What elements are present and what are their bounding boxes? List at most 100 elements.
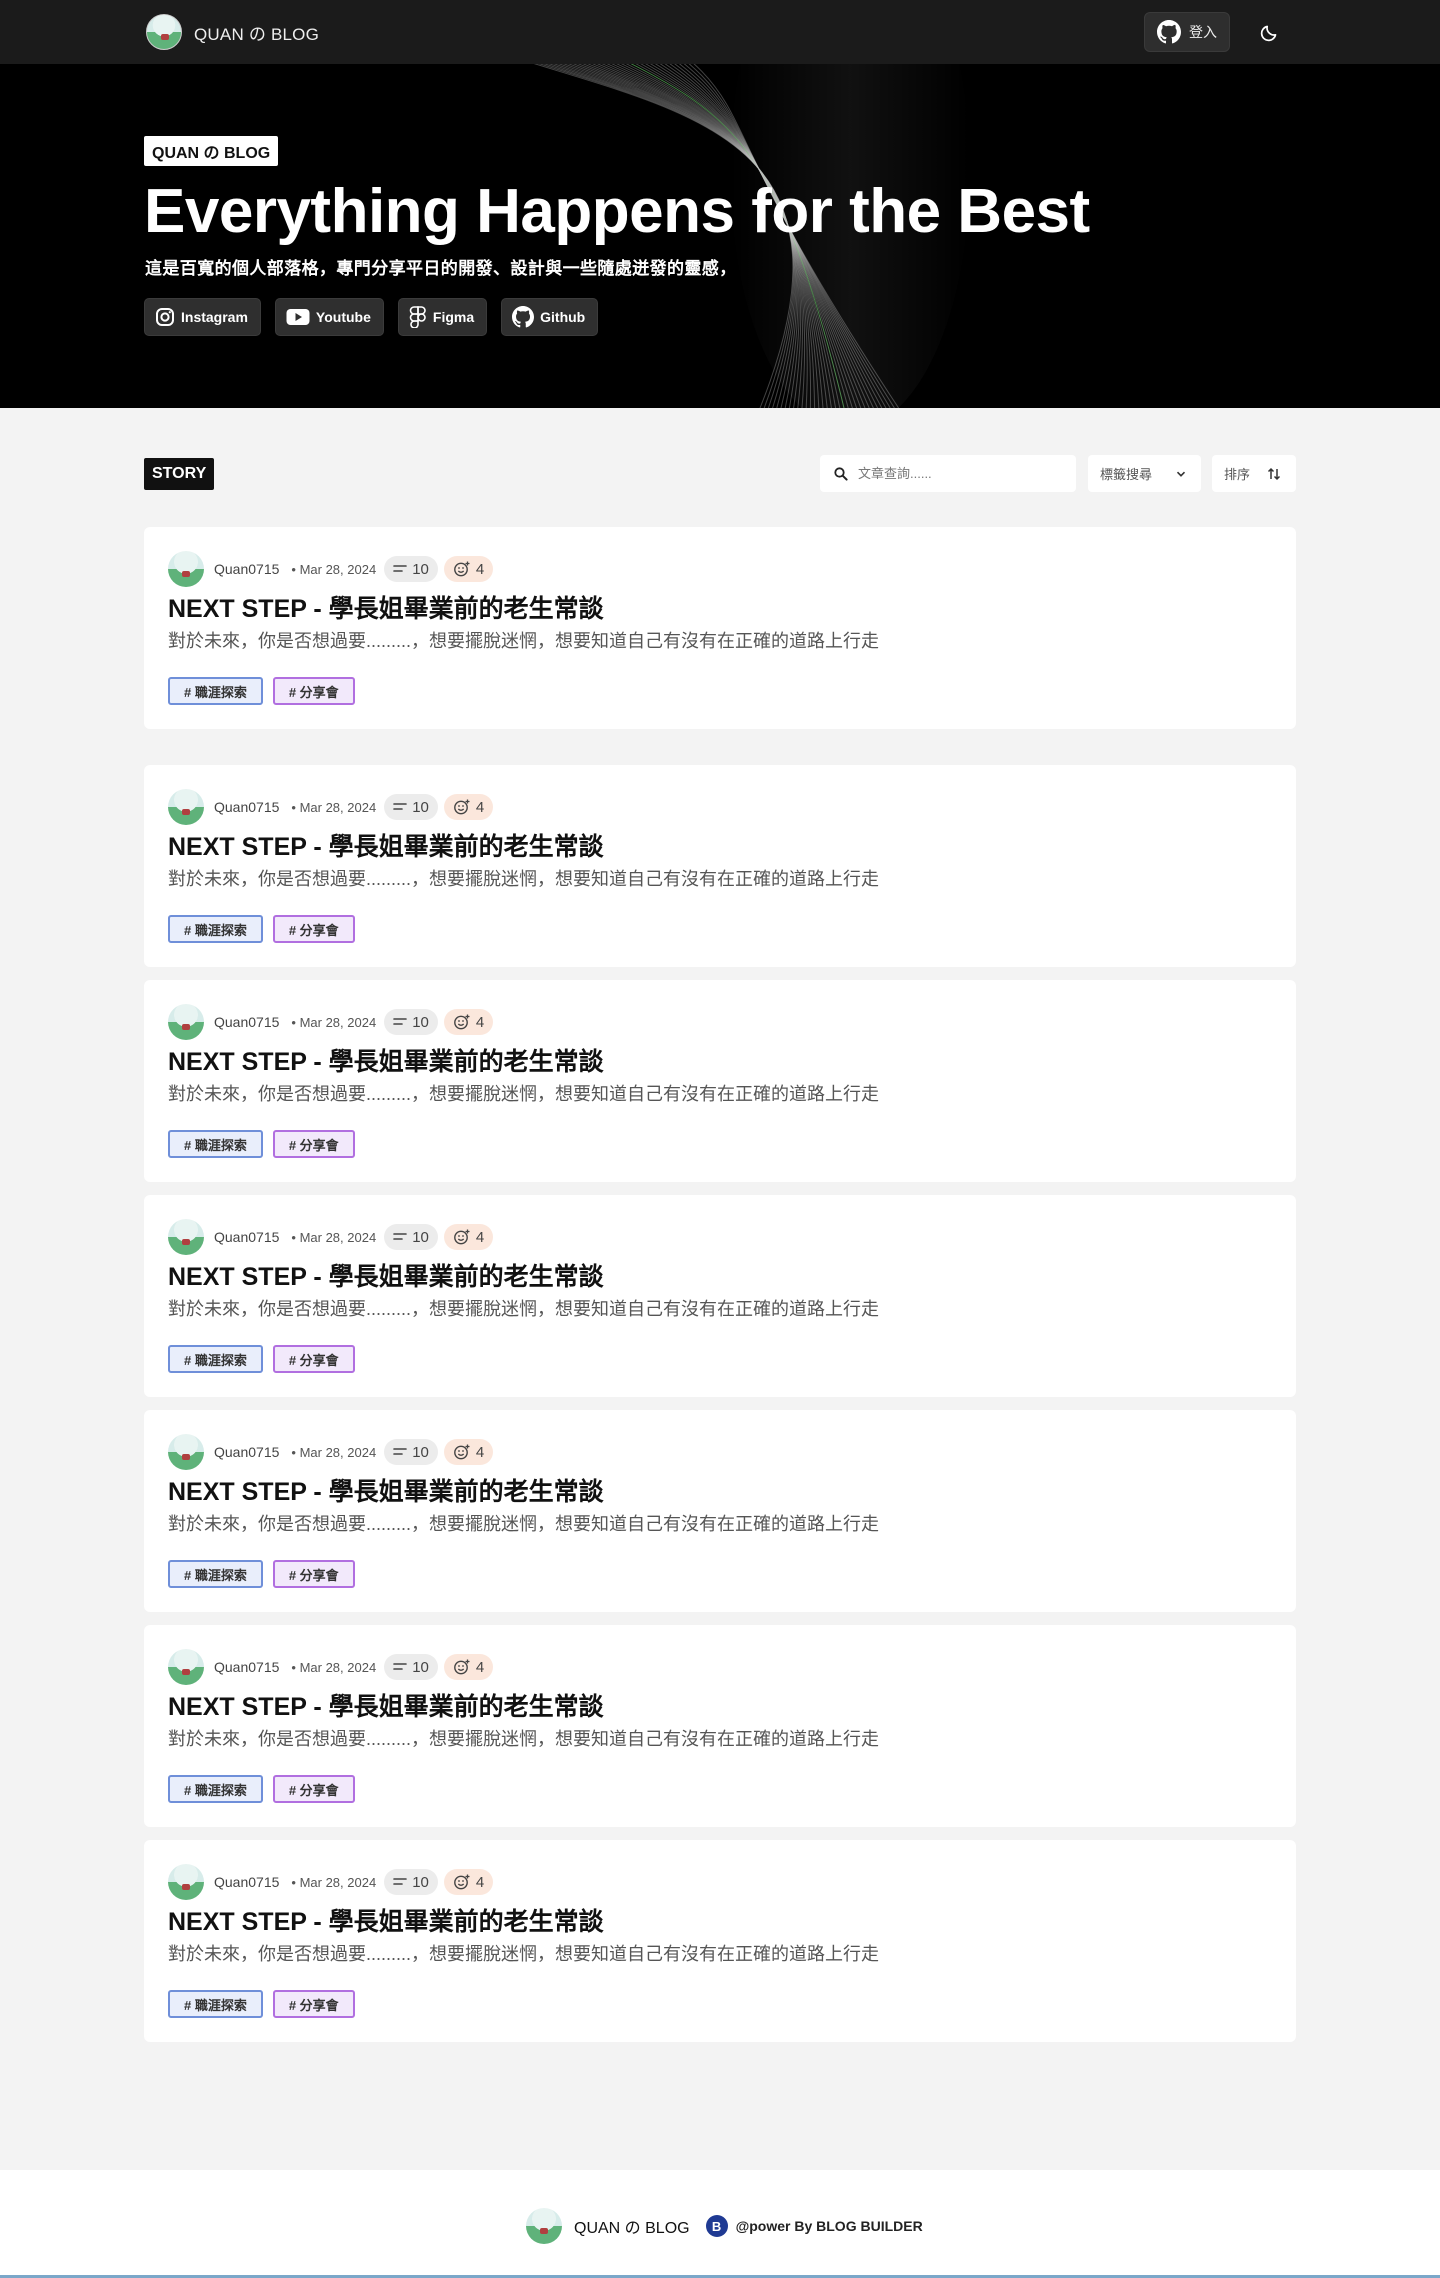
add-reaction-icon <box>453 1444 470 1460</box>
powered-by-link[interactable]: @power By BLOG BUILDER <box>736 2218 923 2234</box>
social-links: Instagram Youtube Figma Github <box>144 298 599 336</box>
comment-count-badge: 10 <box>384 1224 438 1250</box>
tag-chip-sharing[interactable]: # 分享會 <box>272 1130 355 1158</box>
theme-toggle-button[interactable] <box>1256 18 1284 46</box>
footer-avatar <box>526 2208 562 2244</box>
github-login-button[interactable]: 登入 <box>1144 12 1230 52</box>
tag-chip-career[interactable]: # 職涯探索 <box>168 915 263 943</box>
post-title[interactable]: NEXT STEP - 學長姐畢業前的老生常談 <box>168 1042 604 1078</box>
reaction-count-badge[interactable]: 4 <box>443 1869 494 1895</box>
reaction-count-badge[interactable]: 4 <box>443 1009 494 1035</box>
author-avatar <box>168 1434 204 1470</box>
tag-chip-sharing[interactable]: # 分享會 <box>272 677 355 705</box>
post-author[interactable]: Quan0715 <box>214 1874 279 1890</box>
social-link-github[interactable]: Github <box>501 298 599 336</box>
social-link-instagram[interactable]: Instagram <box>144 298 261 336</box>
post-author[interactable]: Quan0715 <box>214 1444 279 1460</box>
comment-lines-icon <box>393 1663 407 1670</box>
post-tags: # 職涯探索 # 分享會 <box>168 677 355 705</box>
post-author[interactable]: Quan0715 <box>214 799 279 815</box>
reaction-count-badge[interactable]: 4 <box>443 1439 494 1465</box>
comment-lines-icon <box>393 1448 407 1455</box>
post-excerpt: 對於未來，你是否想過要.........，想要擺脫迷惘，想要知道自己有沒有在正確… <box>168 1944 880 1964</box>
post-card[interactable]: Quan0715 • Mar 28, 2024 10 4 NEXT STEP -… <box>144 527 1296 729</box>
add-reaction-icon <box>453 1014 470 1030</box>
post-date: • Mar 28, 2024 <box>291 1659 377 1675</box>
post-excerpt: 對於未來，你是否想過要.........，想要擺脫迷惘，想要知道自己有沒有在正確… <box>168 1514 880 1534</box>
comment-count: 10 <box>412 798 429 816</box>
comment-count-badge: 10 <box>384 794 438 820</box>
social-link-figma[interactable]: Figma <box>397 298 488 336</box>
tag-chip-career[interactable]: # 職涯探索 <box>168 1775 263 1803</box>
hero-banner: QUAN の BLOG Everything Happens for the B… <box>0 64 1440 408</box>
post-card[interactable]: Quan0715 • Mar 28, 2024 10 4 NEXT STEP -… <box>144 1195 1296 1397</box>
tag-chip-career[interactable]: # 職涯探索 <box>168 1130 263 1158</box>
tag-chip-career[interactable]: # 職涯探索 <box>168 1345 263 1373</box>
sort-button[interactable]: 排序 <box>1212 455 1296 492</box>
post-excerpt: 對於未來，你是否想過要.........，想要擺脫迷惘，想要知道自己有沒有在正確… <box>168 631 880 651</box>
tag-chip-career[interactable]: # 職涯探索 <box>168 1990 263 2018</box>
post-author[interactable]: Quan0715 <box>214 1229 279 1245</box>
post-title[interactable]: NEXT STEP - 學長姐畢業前的老生常談 <box>168 1472 604 1508</box>
tag-chip-sharing[interactable]: # 分享會 <box>272 1345 355 1373</box>
tag-chip-career[interactable]: # 職涯探索 <box>168 1560 263 1588</box>
comment-count: 10 <box>412 1228 429 1246</box>
post-author[interactable]: Quan0715 <box>214 1014 279 1030</box>
post-author[interactable]: Quan0715 <box>214 1659 279 1675</box>
post-title[interactable]: NEXT STEP - 學長姐畢業前的老生常談 <box>168 589 604 625</box>
tag-chip-career[interactable]: # 職涯探索 <box>168 677 263 705</box>
social-label: Instagram <box>181 309 248 325</box>
reaction-count-badge[interactable]: 4 <box>443 556 494 582</box>
reaction-count-badge[interactable]: 4 <box>443 794 494 820</box>
post-meta: Quan0715 • Mar 28, 2024 10 4 <box>168 789 494 825</box>
comment-lines-icon <box>393 803 407 810</box>
add-reaction-icon <box>453 1874 470 1890</box>
post-card[interactable]: Quan0715 • Mar 28, 2024 10 4 NEXT STEP -… <box>144 1840 1296 2042</box>
tag-chip-sharing[interactable]: # 分享會 <box>272 1560 355 1588</box>
instagram-icon <box>156 308 174 326</box>
comment-lines-icon <box>393 565 407 572</box>
tag-filter-dropdown[interactable]: 標籤搜尋 <box>1088 455 1201 492</box>
post-title[interactable]: NEXT STEP - 學長姐畢業前的老生常談 <box>168 827 604 863</box>
reaction-count-badge[interactable]: 4 <box>443 1654 494 1680</box>
tag-chip-sharing[interactable]: # 分享會 <box>272 1990 355 2018</box>
post-title[interactable]: NEXT STEP - 學長姐畢業前的老生常談 <box>168 1257 604 1293</box>
comment-count: 10 <box>412 1873 429 1891</box>
post-meta: Quan0715 • Mar 28, 2024 10 4 <box>168 1434 494 1470</box>
post-date: • Mar 28, 2024 <box>291 1229 377 1245</box>
post-date: • Mar 28, 2024 <box>291 799 377 815</box>
author-avatar <box>168 1004 204 1040</box>
comment-count: 10 <box>412 560 429 578</box>
post-title[interactable]: NEXT STEP - 學長姐畢業前的老生常談 <box>168 1902 604 1938</box>
social-link-youtube[interactable]: Youtube <box>274 298 384 336</box>
login-label: 登入 <box>1189 24 1217 40</box>
comment-count: 10 <box>412 1658 429 1676</box>
comment-count-badge: 10 <box>384 1439 438 1465</box>
comment-count: 10 <box>412 1013 429 1031</box>
tag-chip-sharing[interactable]: # 分享會 <box>272 1775 355 1803</box>
post-excerpt: 對於未來，你是否想過要.........，想要擺脫迷惘，想要知道自己有沒有在正確… <box>168 1299 880 1319</box>
reaction-count-badge[interactable]: 4 <box>443 1224 494 1250</box>
post-tags: # 職涯探索 # 分享會 <box>168 1130 355 1158</box>
search-input[interactable] <box>858 466 1058 481</box>
reaction-count: 4 <box>475 1873 485 1891</box>
reaction-count: 4 <box>475 1228 485 1246</box>
post-tags: # 職涯探索 # 分享會 <box>168 1560 355 1588</box>
post-tags: # 職涯探索 # 分享會 <box>168 915 355 943</box>
post-date: • Mar 28, 2024 <box>291 1444 377 1460</box>
post-author[interactable]: Quan0715 <box>214 561 279 577</box>
post-card[interactable]: Quan0715 • Mar 28, 2024 10 4 NEXT STEP -… <box>144 980 1296 1182</box>
post-card[interactable]: Quan0715 • Mar 28, 2024 10 4 NEXT STEP -… <box>144 765 1296 967</box>
post-meta: Quan0715 • Mar 28, 2024 10 4 <box>168 1864 494 1900</box>
post-date: • Mar 28, 2024 <box>291 1874 377 1890</box>
brand-home-link[interactable]: QUAN の BLOG <box>146 14 319 50</box>
post-card[interactable]: Quan0715 • Mar 28, 2024 10 4 NEXT STEP -… <box>144 1410 1296 1612</box>
post-tags: # 職涯探索 # 分享會 <box>168 1775 355 1803</box>
tag-chip-sharing[interactable]: # 分享會 <box>272 915 355 943</box>
footer-content: QUAN の BLOG B @power By BLOG BUILDER <box>526 2208 923 2244</box>
post-date: • Mar 28, 2024 <box>291 561 377 577</box>
post-title[interactable]: NEXT STEP - 學長姐畢業前的老生常談 <box>168 1687 604 1723</box>
brand-avatar <box>146 14 182 50</box>
tag-filter-label: 標籤搜尋 <box>1100 467 1153 482</box>
post-card[interactable]: Quan0715 • Mar 28, 2024 10 4 NEXT STEP -… <box>144 1625 1296 1827</box>
